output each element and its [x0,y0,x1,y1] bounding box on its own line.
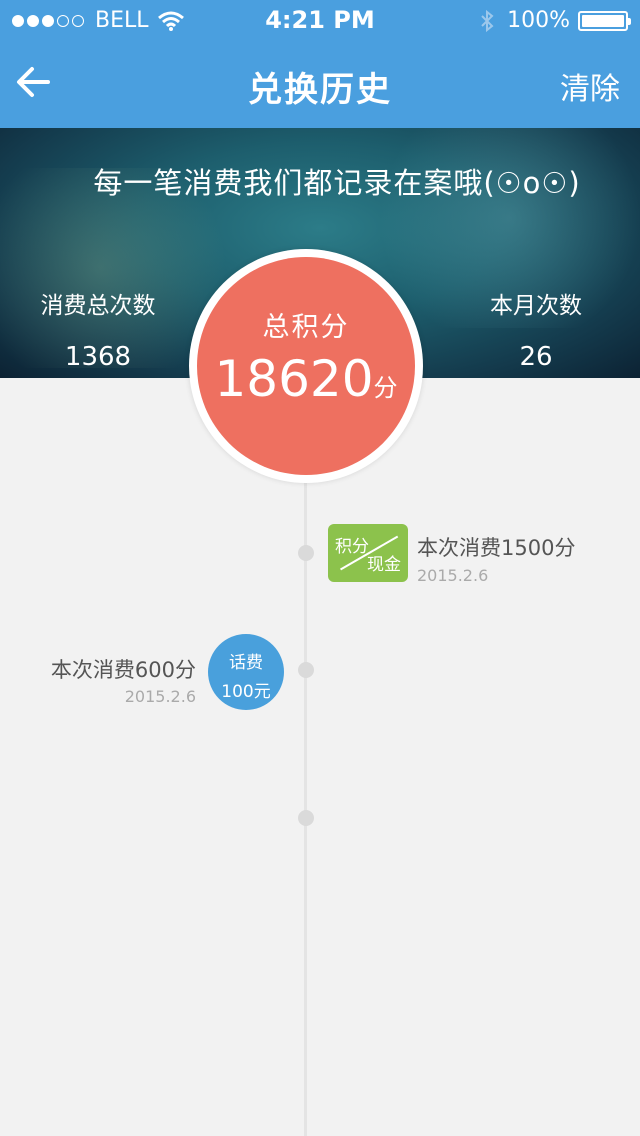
status-bar: BELL 4:21 PM 100% [0,0,640,40]
total-points-unit: 分 [373,374,398,402]
total-points-badge: 总积分 18620分 [189,249,423,483]
bluetooth-icon [481,9,494,32]
page-title: 兑换历史 [248,70,392,110]
points-cash-badge: 积分 现金 [328,524,408,582]
badge-bottom-text: 100元 [221,682,271,702]
total-count-value: 1368 [64,342,132,372]
badge-top-text: 话费 [229,653,263,673]
badge-top-text: 积分 [335,537,369,557]
clear-button[interactable]: 清除 [560,64,620,108]
top-bar: BELL 4:21 PM 100% 兑换历史 清除 [0,0,640,128]
month-count-value: 26 [519,342,553,372]
timeline-node [298,662,314,678]
total-points-label: 总积分 [262,312,350,343]
month-count-stat: 本月次数 26 [436,286,636,372]
total-points-circle: 总积分 18620分 [197,257,415,475]
banner-tagline: 每一笔消费我们都记录在案哦(☉o☉) [93,166,581,200]
timeline-entry-title: 本次消费1500分 [417,536,576,560]
navigation-bar: 兑换历史 清除 [0,40,640,128]
timeline-node [298,810,314,826]
badge-bottom-text: 现金 [367,555,401,575]
month-count-label: 本月次数 [490,293,582,319]
total-count-label: 消费总次数 [40,293,156,319]
timeline-node [298,545,314,561]
total-points-value: 18620分 [214,350,398,408]
phone-bill-badge: 话费 100元 [208,634,284,710]
timeline-entry-title: 本次消费600分 [50,658,196,682]
battery-icon [578,10,631,31]
timeline-entry-date: 2015.2.6 [124,687,196,706]
timeline-entry-date: 2015.2.6 [417,566,489,585]
battery-percent: 100% [507,8,570,33]
total-count-stat: 消费总次数 1368 [0,286,198,372]
